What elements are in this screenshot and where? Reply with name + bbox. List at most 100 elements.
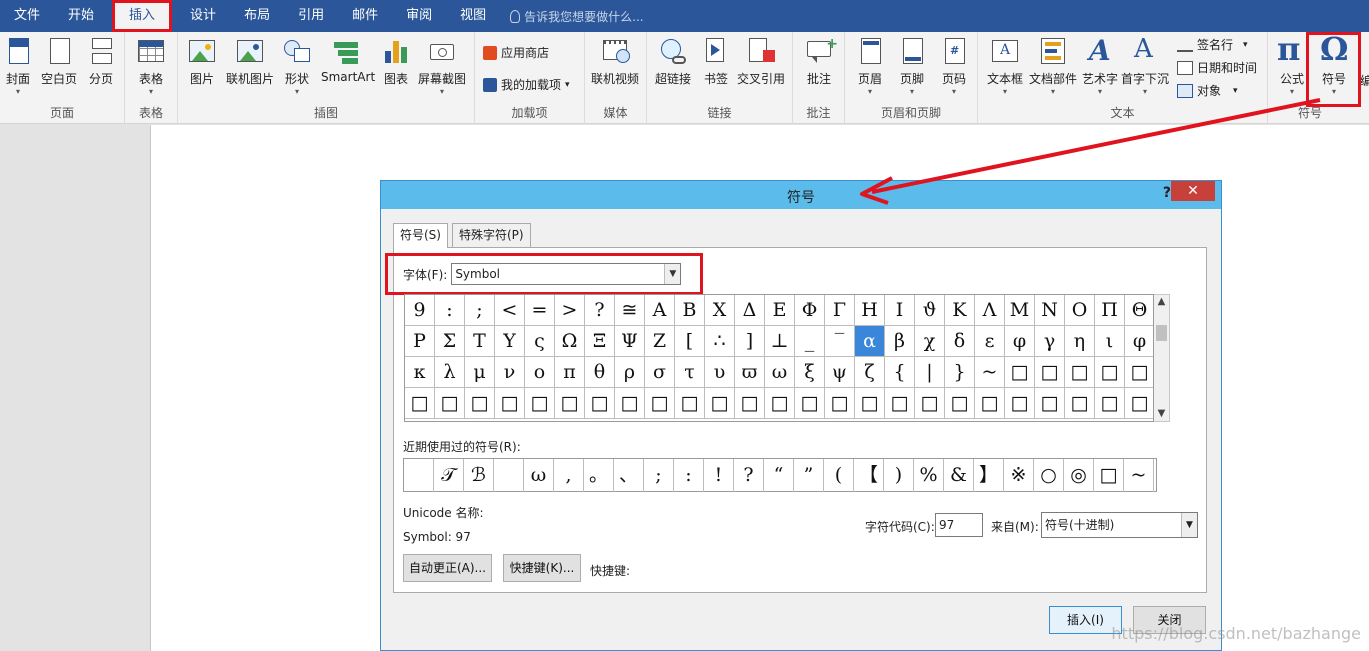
recent-symbol-cell[interactable]: 。 (584, 459, 614, 492)
symbol-cell[interactable]: □ (405, 388, 435, 419)
page-number-button[interactable]: # 页码 ▾ (930, 36, 978, 97)
symbol-cell[interactable]: ‾ (825, 326, 855, 357)
symbol-cell[interactable]: □ (705, 388, 735, 419)
symbol-grid-scrollbar[interactable]: ▲ ▼ (1154, 294, 1170, 422)
symbol-cell[interactable]: λ (435, 357, 465, 388)
symbol-cell[interactable]: η (1065, 326, 1095, 357)
symbol-cell[interactable]: Β (675, 295, 705, 326)
symbol-cell[interactable]: Λ (975, 295, 1005, 326)
symbol-cell[interactable]: Μ (1005, 295, 1035, 326)
symbol-cell[interactable]: θ (585, 357, 615, 388)
symbol-cell[interactable]: □ (1035, 388, 1065, 419)
symbol-cell[interactable]: ϖ (735, 357, 765, 388)
symbol-cell[interactable]: ] (735, 326, 765, 357)
symbol-cell[interactable]: □ (525, 388, 555, 419)
recent-symbol-cell[interactable]: % (914, 459, 944, 492)
symbol-cell[interactable]: □ (885, 388, 915, 419)
symbol-cell[interactable]: Ν (1035, 295, 1065, 326)
symbol-cell[interactable]: δ (945, 326, 975, 357)
symbol-cell[interactable]: ο (525, 357, 555, 388)
symbol-cell[interactable]: < (495, 295, 525, 326)
symbol-cell[interactable]: Ι (885, 295, 915, 326)
symbol-cell[interactable]: Θ (1125, 295, 1153, 326)
symbol-cell[interactable]: = (525, 295, 555, 326)
symbol-cell[interactable]: □ (645, 388, 675, 419)
scroll-up-icon[interactable]: ▲ (1154, 295, 1169, 309)
recent-symbol-cell[interactable]: 𝒯 (434, 459, 464, 492)
symbol-cell[interactable]: □ (795, 388, 825, 419)
symbol-cell[interactable]: □ (585, 388, 615, 419)
symbol-cell[interactable]: Κ (945, 295, 975, 326)
symbol-cell[interactable]: □ (615, 388, 645, 419)
symbol-cell[interactable]: ω (765, 357, 795, 388)
symbol-cell[interactable]: □ (675, 388, 705, 419)
symbol-cell[interactable]: ι (1095, 326, 1125, 357)
recent-symbol-cell[interactable]: ℬ (464, 459, 494, 492)
recent-symbol-cell[interactable]: ω (524, 459, 554, 492)
chart-button[interactable]: 图表 (372, 36, 420, 87)
page-break-button[interactable]: 分页 (77, 36, 125, 87)
footer-button[interactable]: 页脚 ▾ (888, 36, 936, 97)
online-picture-button[interactable]: 联机图片 (226, 36, 274, 87)
object-button[interactable]: 对象 ▾ (1177, 82, 1238, 99)
symbol-cell[interactable]: Σ (435, 326, 465, 357)
symbol-cell[interactable]: □ (1095, 388, 1125, 419)
symbol-cell[interactable]: Η (855, 295, 885, 326)
comment-button[interactable]: + 批注 (795, 36, 843, 87)
cross-reference-button[interactable]: 交叉引用 (737, 36, 785, 87)
recent-symbol-cell[interactable]: □ (1094, 459, 1124, 492)
symbol-cell[interactable]: ϑ (915, 295, 945, 326)
tab-review[interactable]: 审阅 (392, 0, 446, 32)
textbox-button[interactable]: A 文本框 ▾ (981, 36, 1029, 97)
symbol-cell[interactable]: ∴ (705, 326, 735, 357)
symbol-cell[interactable]: ξ (795, 357, 825, 388)
symbol-cell[interactable]: □ (1035, 357, 1065, 388)
my-addins-button[interactable]: 我的加载项 ▾ (483, 76, 570, 93)
autocorrect-button[interactable]: 自动更正(A)... (403, 554, 492, 582)
tab-design[interactable]: 设计 (176, 0, 230, 32)
recent-symbol-cell[interactable]: “ (764, 459, 794, 492)
symbol-cell[interactable]: □ (765, 388, 795, 419)
table-button[interactable]: 表格 ▾ (127, 36, 175, 97)
tab-layout[interactable]: 布局 (230, 0, 284, 32)
symbol-cell[interactable]: □ (555, 388, 585, 419)
symbol-cell[interactable]: □ (435, 388, 465, 419)
symbol-cell[interactable]: Ο (1065, 295, 1095, 326)
date-time-button[interactable]: 日期和时间 (1177, 59, 1257, 76)
dropcap-button[interactable]: A 首字下沉 ▾ (1121, 34, 1169, 97)
shortcut-key-button[interactable]: 快捷键(K)... (503, 554, 581, 582)
symbol-cell[interactable]: □ (825, 388, 855, 419)
close-icon[interactable]: ✕ (1171, 181, 1215, 201)
symbol-cell[interactable]: τ (675, 357, 705, 388)
symbol-cell[interactable]: ς (525, 326, 555, 357)
symbol-cell[interactable]: χ (915, 326, 945, 357)
symbol-cell[interactable]: φ (1125, 326, 1153, 357)
smartart-button[interactable]: SmartArt (321, 36, 375, 84)
symbol-cell[interactable]: ⊥ (765, 326, 795, 357)
symbol-cell[interactable]: ν (495, 357, 525, 388)
symbol-cell[interactable]: □ (915, 388, 945, 419)
from-select[interactable]: 符号(十进制) ▼ (1041, 512, 1198, 538)
symbol-cell[interactable]: ? (585, 295, 615, 326)
tab-file[interactable]: 文件 (0, 0, 54, 32)
blank-page-button[interactable]: 空白页 (35, 36, 83, 87)
symbol-cell[interactable]: Α (645, 295, 675, 326)
symbol-cell[interactable]: □ (495, 388, 525, 419)
symbol-cell[interactable]: { (885, 357, 915, 388)
symbol-cell[interactable]: μ (465, 357, 495, 388)
hyperlink-button[interactable]: 超链接 (649, 36, 697, 87)
symbol-cell[interactable]: Ω (555, 326, 585, 357)
signature-line-button[interactable]: 签名行 ▾ (1177, 36, 1248, 53)
symbol-cell[interactable]: ε (975, 326, 1005, 357)
recent-symbol-cell[interactable]: : (674, 459, 704, 492)
scroll-thumb[interactable] (1156, 325, 1167, 341)
tab-special-characters[interactable]: 特殊字符(P) (452, 223, 531, 247)
symbol-cell[interactable]: Φ (795, 295, 825, 326)
recent-symbol-cell[interactable]: ~ (1124, 459, 1154, 492)
symbol-cell[interactable]: □ (465, 388, 495, 419)
recent-symbol-cell[interactable]: ! (704, 459, 734, 492)
symbol-cell[interactable]: Τ (465, 326, 495, 357)
char-code-input[interactable]: 97 (935, 513, 983, 537)
symbol-cell[interactable]: | (915, 357, 945, 388)
symbol-cell[interactable]: } (945, 357, 975, 388)
